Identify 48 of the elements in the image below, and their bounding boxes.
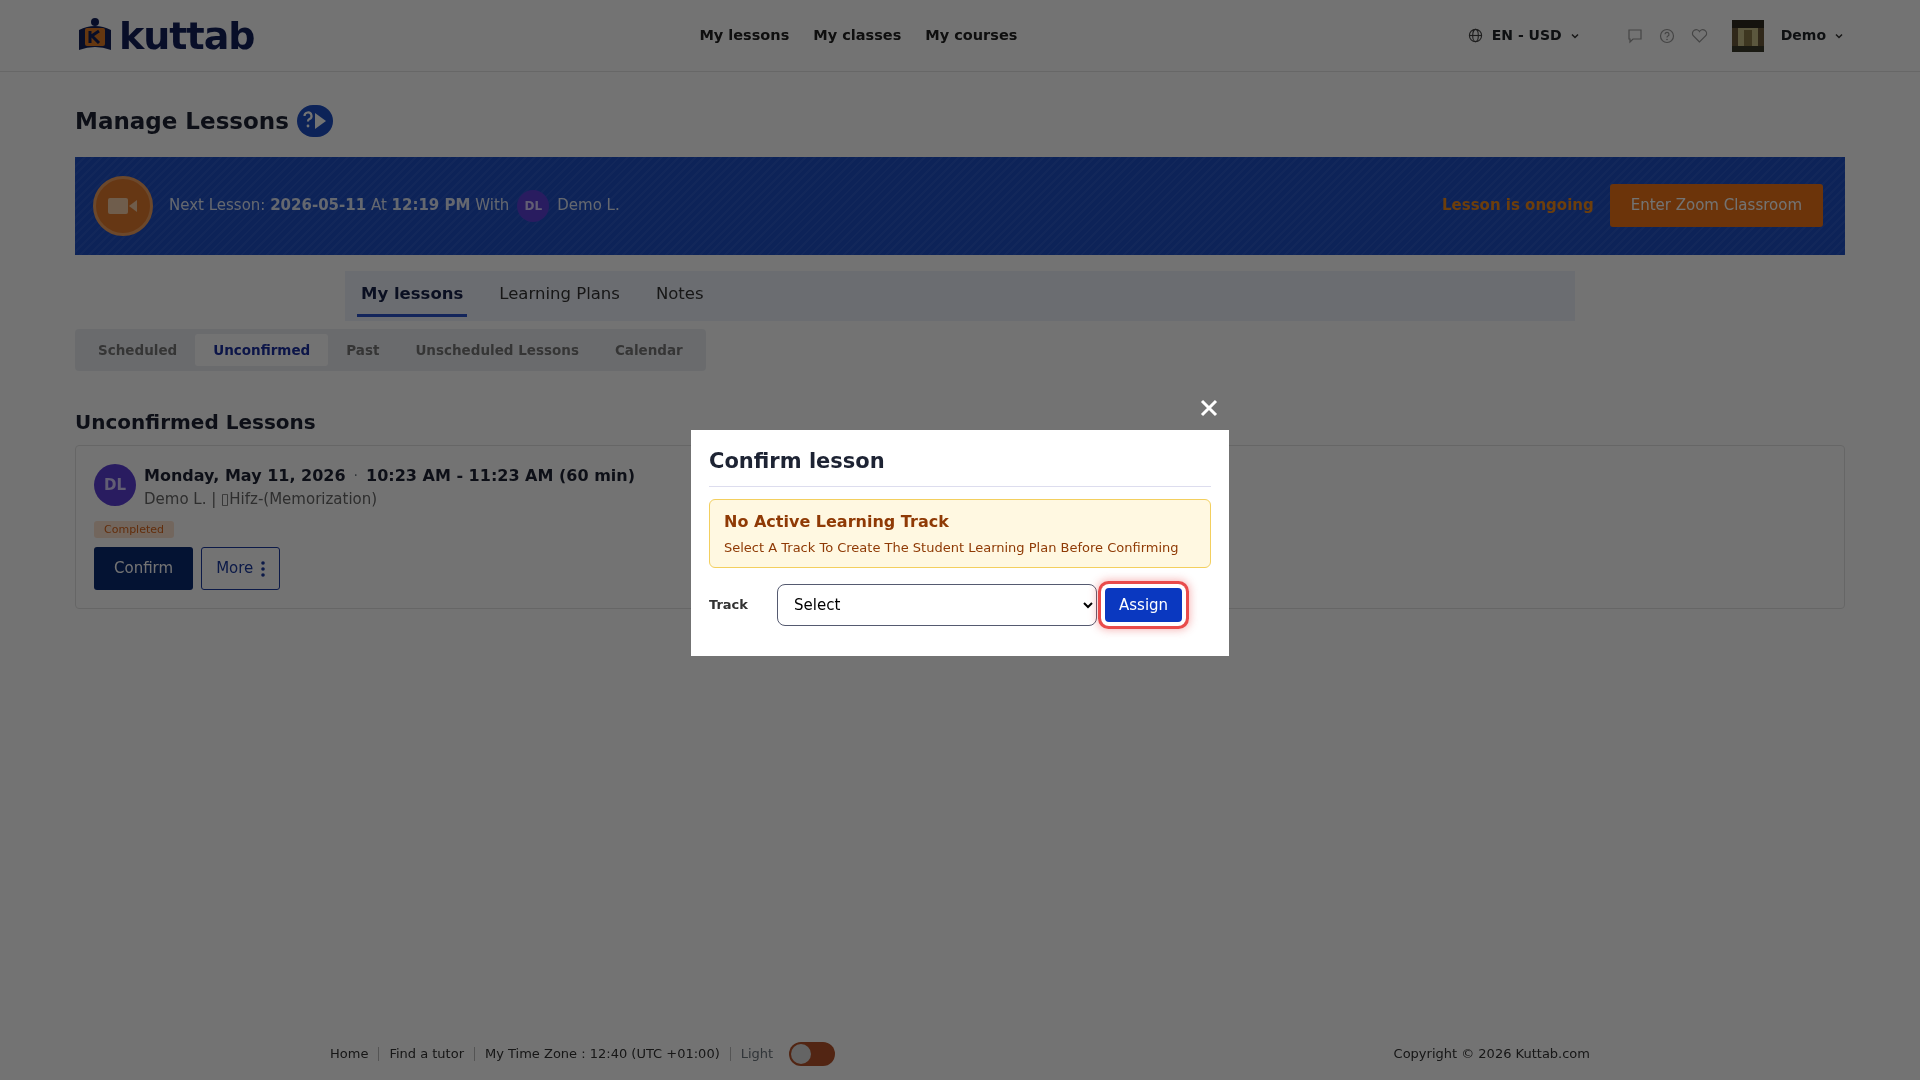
lesson-date: Monday, May 11, 2026 <box>144 464 346 487</box>
avatar-initials: DL <box>517 189 550 222</box>
lesson-status: Lesson is ongoing <box>1442 195 1594 217</box>
lesson-subtitle: Demo L. | ▯Hifz-(Memorization) <box>144 488 379 510</box>
locale-dropdown[interactable]: EN - USD <box>1490 24 1581 47</box>
tab[interactable]: Notes <box>651 273 708 318</box>
help-icon[interactable] <box>1658 27 1675 44</box>
help-video-icon[interactable] <box>296 105 333 138</box>
dialog-title: Confirm lesson <box>709 446 1211 487</box>
chat-icon[interactable] <box>1626 27 1643 44</box>
avatar-initials: DL <box>94 463 136 506</box>
tab[interactable]: My lessons <box>357 273 468 318</box>
tab[interactable]: Learning Plans <box>495 273 624 318</box>
more-button[interactable]: More <box>201 547 281 590</box>
theme-label: Light <box>740 1045 774 1064</box>
footer-link[interactable]: My Time Zone : 12:40 (UTC +01:00) <box>485 1044 720 1064</box>
video-camera-icon <box>108 196 138 215</box>
tutor-name: Demo L. <box>557 195 620 217</box>
footer-link[interactable]: Home <box>330 1044 369 1064</box>
separator-dot: · <box>353 466 359 486</box>
field-label: Track <box>709 596 749 615</box>
filter-tab[interactable]: Unconfirmed <box>195 333 329 366</box>
globe-icon <box>1467 28 1483 43</box>
theme-toggle[interactable] <box>789 1042 836 1066</box>
more-vertical-icon <box>261 560 266 577</box>
status-badge: Completed <box>94 521 174 539</box>
nav-link[interactable]: My lessons <box>699 24 790 47</box>
nav-link[interactable]: My courses <box>925 24 1018 47</box>
section-title: Unconfirmed Lessons <box>75 408 316 436</box>
copyright-text: Copyright © 2026 Kuttab.com <box>1393 1045 1590 1064</box>
enter-classroom-button[interactable]: Enter Zoom Classroom <box>1609 184 1823 227</box>
filter-tab[interactable]: Scheduled <box>80 333 196 366</box>
alert-message: Select A Track To Create The Student Learning Plan Before Confirming <box>724 538 1180 557</box>
logo-text[interactable]: kuttab <box>119 16 255 55</box>
heart-icon[interactable] <box>1690 27 1708 44</box>
next-lesson-text: Next Lesson: 2026-05-11 At 12:19 PM With <box>169 195 510 217</box>
filter-tab[interactable]: Calendar <box>596 333 701 366</box>
filter-tab[interactable]: Unscheduled Lessons <box>397 333 597 366</box>
footer-link[interactable]: Find a tutor <box>389 1044 464 1064</box>
close-icon[interactable] <box>1198 397 1220 419</box>
filter-tab[interactable]: Past <box>328 333 398 366</box>
alert-title: No Active Learning Track <box>724 510 950 533</box>
page-title: Manage Lessons <box>75 107 289 136</box>
user-menu[interactable]: Demo <box>1779 24 1845 47</box>
track-select[interactable]: Select <box>777 584 1097 626</box>
lesson-time: 10:23 AM - 11:23 AM (60 min) <box>366 464 635 487</box>
nav-link[interactable]: My classes <box>813 24 902 47</box>
confirm-button[interactable]: Confirm <box>94 547 194 590</box>
